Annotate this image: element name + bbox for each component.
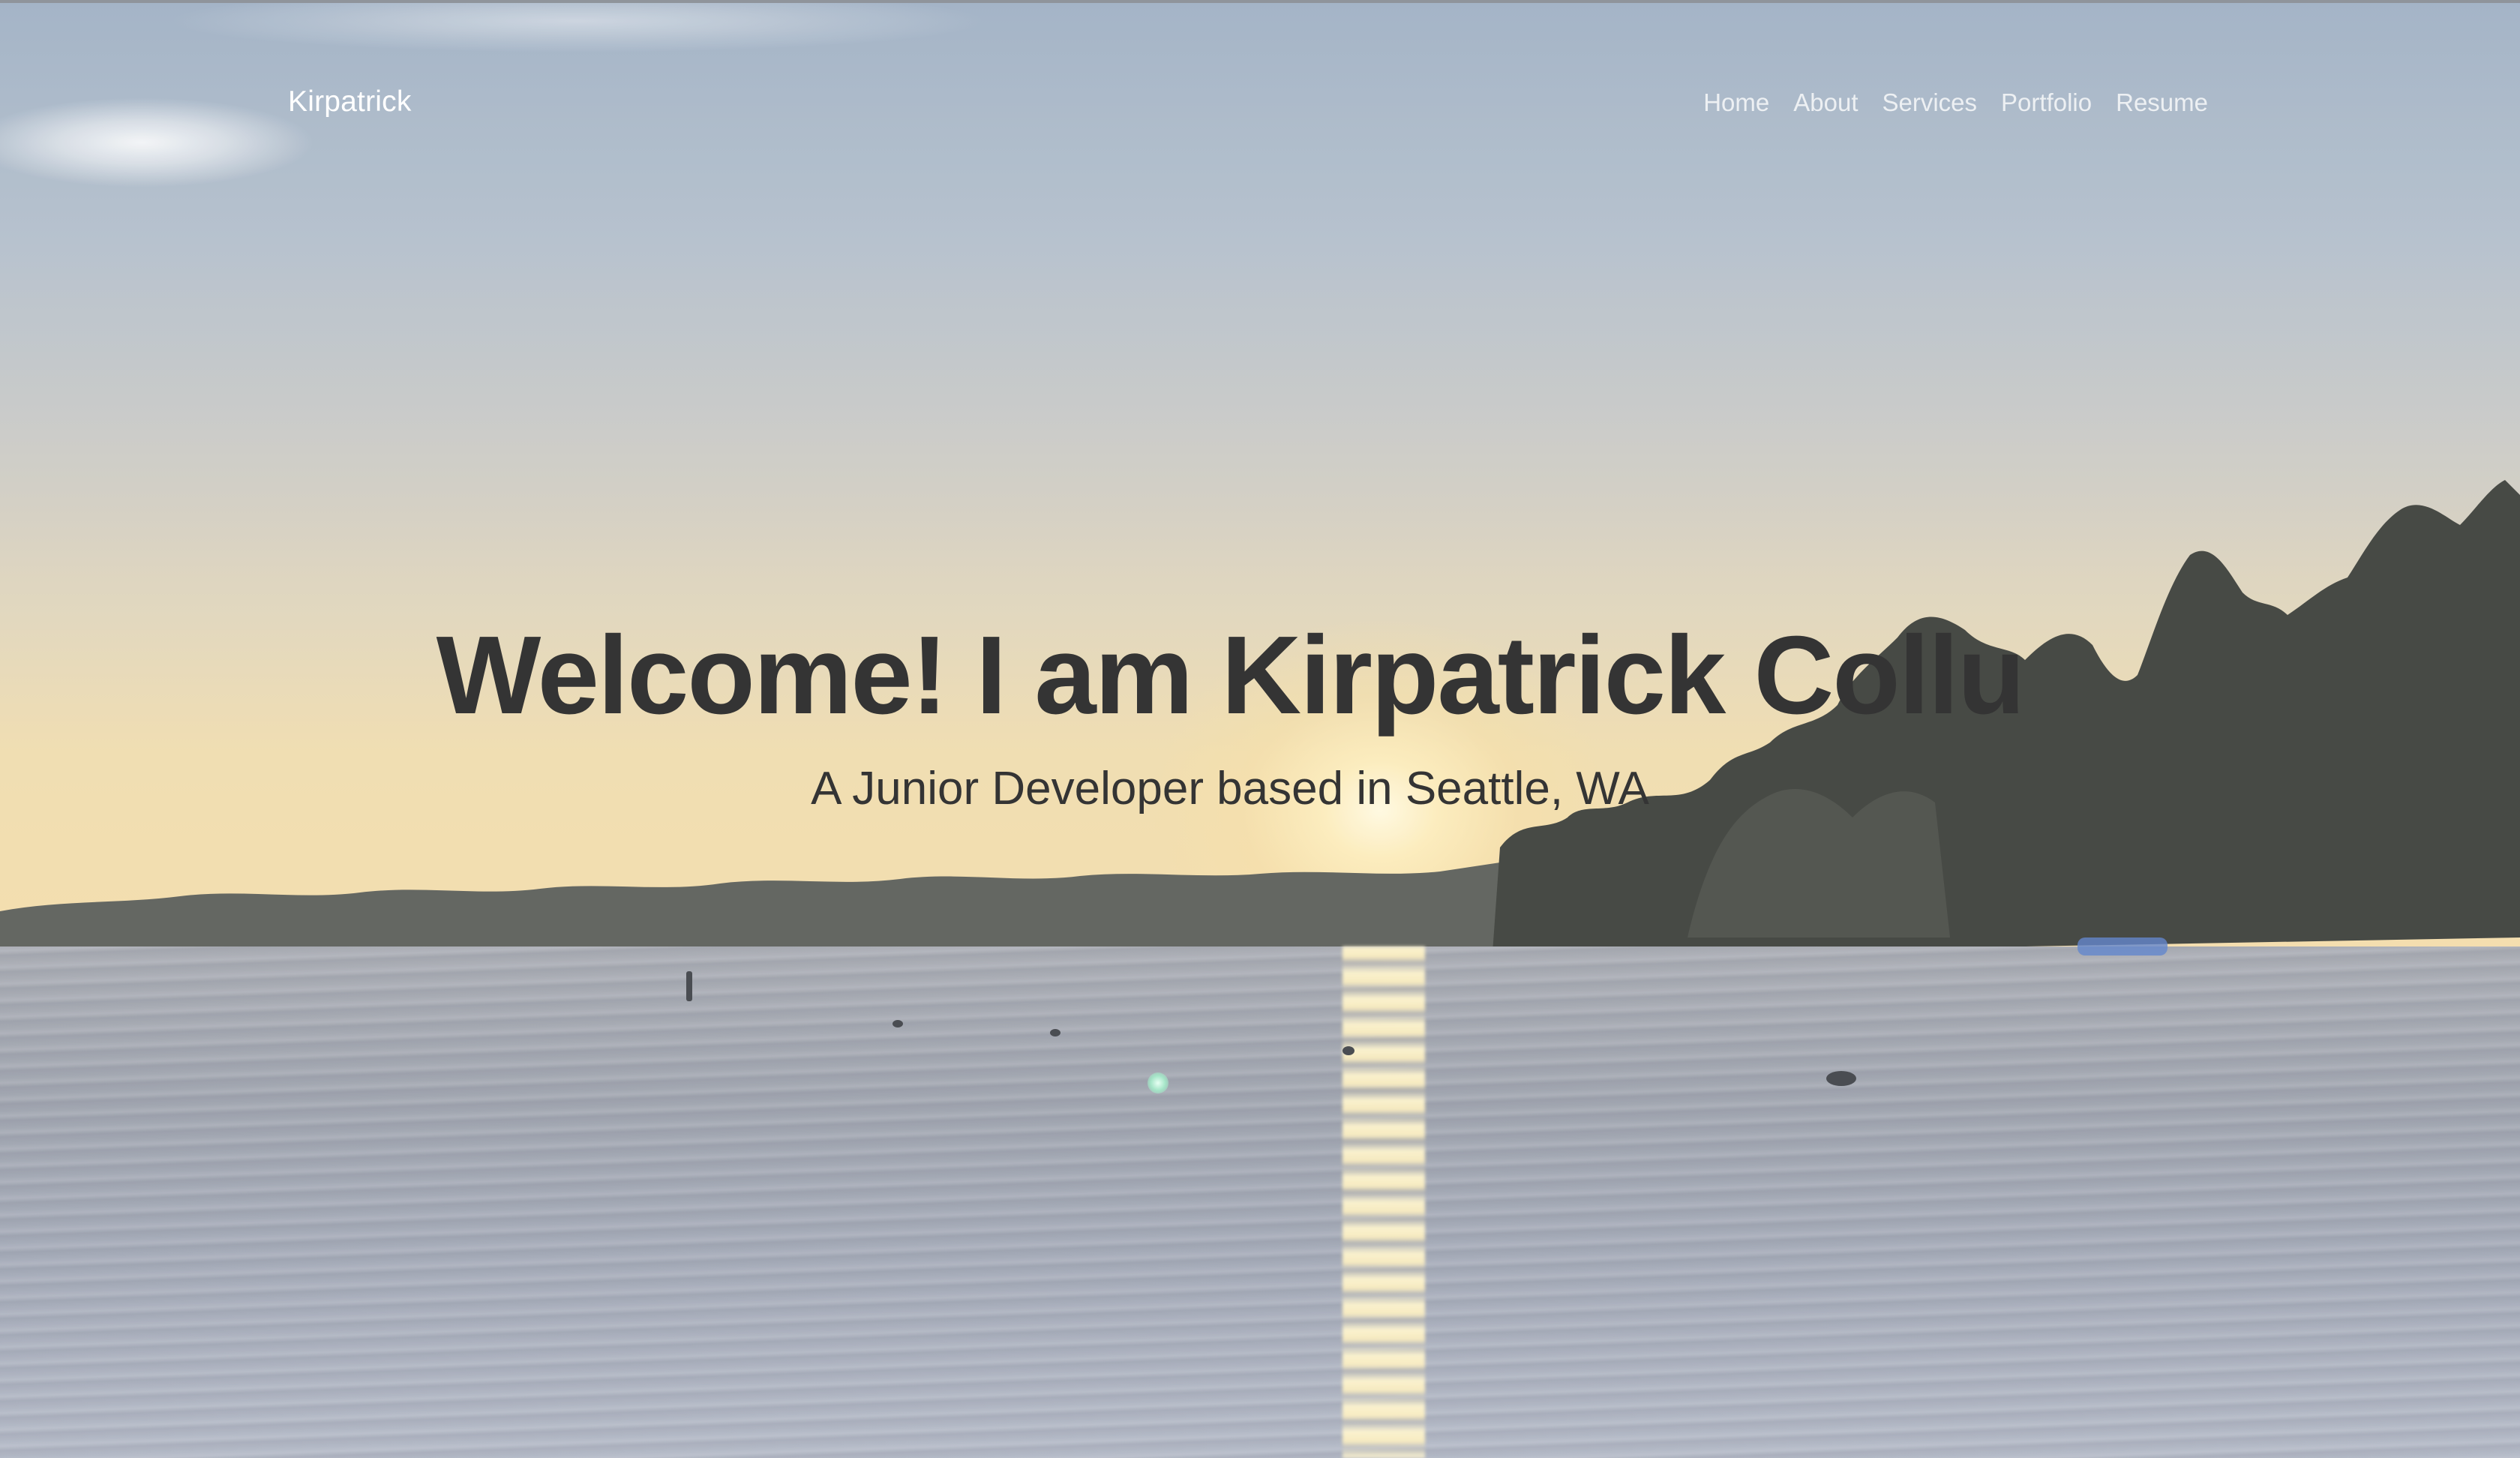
hero-subtitle: A Junior Developer based in Seattle, WA: [811, 762, 1649, 814]
nav-link-about[interactable]: About: [1781, 88, 1870, 117]
navbar: Kirpatrick Home About Services Portfolio…: [0, 0, 2520, 210]
nav-links: Home About Services Portfolio Resume: [1691, 88, 2220, 117]
nav-link-services[interactable]: Services: [1870, 88, 1990, 117]
hero-section: Welcome! I am Kirpatrick Collu A Junior …: [0, 614, 2520, 817]
nav-link-home[interactable]: Home: [1691, 88, 1781, 117]
hero-title: Welcome! I am Kirpatrick Collu: [436, 614, 2026, 737]
nav-link-resume[interactable]: Resume: [2104, 88, 2220, 117]
brand-link[interactable]: Kirpatrick: [288, 86, 412, 118]
page: Kirpatrick Home About Services Portfolio…: [0, 0, 2520, 1458]
nav-link-portfolio[interactable]: Portfolio: [1989, 88, 2104, 117]
